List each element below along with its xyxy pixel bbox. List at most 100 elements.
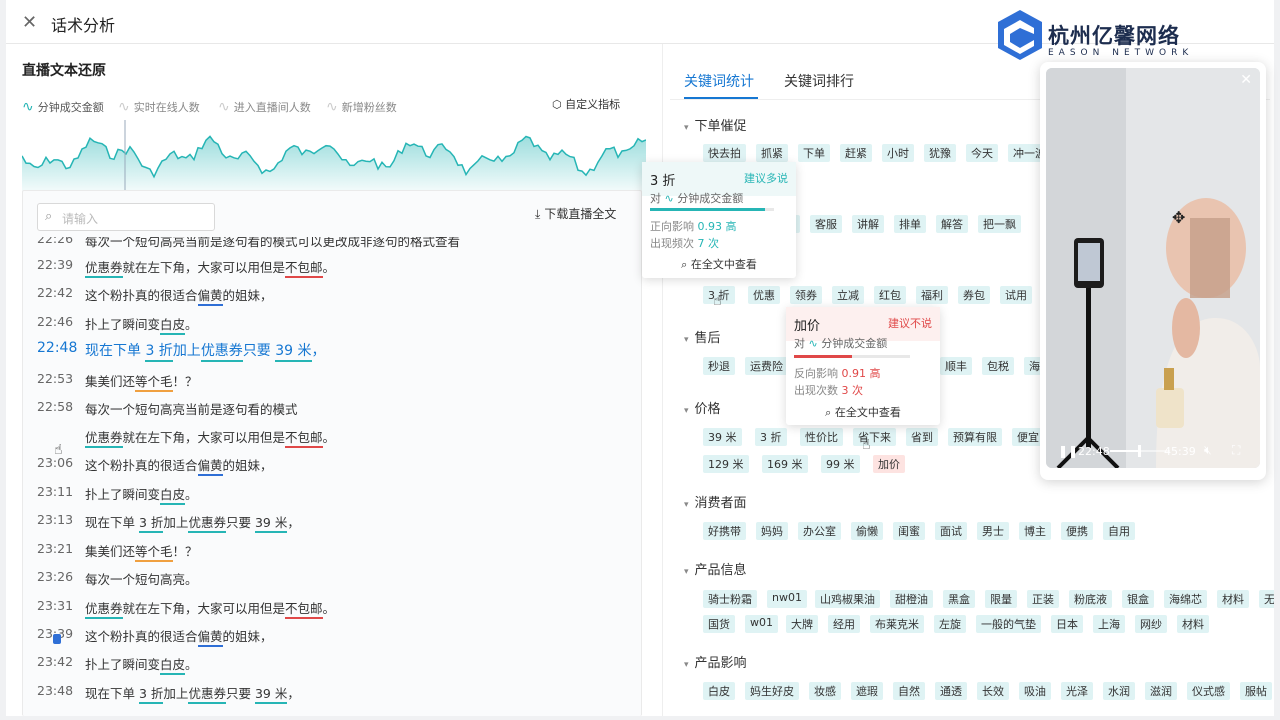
keyword-chip[interactable]: 一般的气垫: [976, 615, 1041, 633]
keyword-chip[interactable]: 日本: [1051, 615, 1083, 633]
custom-metric-button[interactable]: ⬡ 自定义指标: [552, 96, 620, 112]
keyword-chip[interactable]: 红包: [874, 286, 906, 304]
keyword-chip[interactable]: 滋润: [1145, 682, 1177, 700]
category-header[interactable]: ▾ 下单催促: [684, 115, 747, 134]
keyword-chip[interactable]: 领券: [790, 286, 822, 304]
keyword-highlight[interactable]: 39 米: [254, 515, 288, 533]
video-frame[interactable]: ✕ ✥ ❚❚ 22:48 45:39 🔇︎ ⛶: [1046, 68, 1260, 468]
metric-gmv[interactable]: ∿ 分钟成交金额: [22, 99, 104, 115]
tab-keyword-rank[interactable]: 关键词排行: [784, 71, 854, 91]
metric-sparkline[interactable]: [22, 118, 646, 192]
keyword-highlight[interactable]: 偏黄: [197, 288, 223, 306]
keyword-highlight[interactable]: 偏黄: [197, 458, 223, 476]
keyword-chip[interactable]: 妈生好皮: [745, 682, 799, 700]
keyword-highlight[interactable]: 偏黄: [197, 629, 223, 647]
keyword-chip[interactable]: 秒退: [703, 357, 735, 375]
keyword-chip[interactable]: 妈妈: [756, 522, 788, 540]
keyword-highlight[interactable]: 优惠券: [188, 686, 226, 704]
keyword-chip[interactable]: 赶紧: [840, 144, 872, 162]
keyword-highlight[interactable]: 白皮: [160, 317, 186, 335]
keyword-chip[interactable]: 运费险: [745, 357, 788, 375]
keyword-chip[interactable]: 遮瑕: [851, 682, 883, 700]
keyword-chip[interactable]: 大牌: [786, 615, 818, 633]
keyword-chip[interactable]: 博主: [1019, 522, 1051, 540]
keyword-chip[interactable]: 立减: [832, 286, 864, 304]
keyword-highlight[interactable]: 白皮: [160, 657, 186, 675]
keyword-highlight[interactable]: 3 折: [145, 343, 173, 362]
keyword-chip[interactable]: 粉底液: [1069, 590, 1112, 608]
keyword-highlight[interactable]: 优惠券: [200, 343, 243, 362]
keyword-chip[interactable]: 小时: [882, 144, 914, 162]
keyword-chip[interactable]: 优惠: [748, 286, 780, 304]
keyword-highlight[interactable]: 优惠券: [188, 515, 226, 533]
keyword-chip[interactable]: 网纱: [1135, 615, 1167, 633]
keyword-chip[interactable]: 光泽: [1061, 682, 1093, 700]
play-position-marker[interactable]: [53, 634, 61, 644]
keyword-highlight[interactable]: 3 折: [138, 515, 164, 533]
keyword-chip[interactable]: 3 折: [755, 428, 787, 446]
keyword-chip[interactable]: 山鸡椒果油: [815, 590, 880, 608]
keyword-chip[interactable]: 上海: [1093, 615, 1125, 633]
keyword-chip[interactable]: 国货: [703, 615, 735, 633]
keyword-chip[interactable]: 把一飘: [978, 215, 1021, 233]
keyword-chip[interactable]: 骑士粉霜: [703, 590, 757, 608]
video-progress-handle[interactable]: [1138, 445, 1141, 457]
keyword-chip[interactable]: nw01: [767, 590, 807, 608]
keyword-highlight[interactable]: 优惠券: [85, 601, 123, 619]
keyword-chip[interactable]: 券包: [958, 286, 990, 304]
mute-icon[interactable]: 🔇︎: [1204, 443, 1212, 458]
keyword-chip[interactable]: 正装: [1027, 590, 1059, 608]
category-header[interactable]: ▾ 消费者面: [684, 492, 747, 511]
keyword-chip[interactable]: 布莱克米: [870, 615, 924, 633]
keyword-chip[interactable]: 材料: [1177, 615, 1209, 633]
keyword-highlight[interactable]: 优惠券: [85, 260, 123, 278]
keyword-chip[interactable]: 吸油: [1019, 682, 1051, 700]
keyword-chip[interactable]: 材料: [1217, 590, 1249, 608]
keyword-highlight[interactable]: 不包邮: [285, 430, 323, 448]
keyword-chip[interactable]: 犹豫: [924, 144, 956, 162]
keyword-highlight[interactable]: 不包邮: [285, 260, 323, 278]
tab-keyword-stats[interactable]: 关键词统计: [684, 71, 754, 91]
keyword-chip[interactable]: 海绵芯: [1164, 590, 1207, 608]
keyword-chip[interactable]: 省下来: [853, 428, 896, 446]
keyword-chip[interactable]: 服帖: [1240, 682, 1272, 700]
keyword-highlight[interactable]: 不包邮: [285, 601, 323, 619]
keyword-chip[interactable]: 办公室: [798, 522, 841, 540]
pause-icon[interactable]: ❚❚: [1058, 444, 1078, 458]
download-button[interactable]: ⤓ 下载直播全文: [535, 205, 616, 222]
fullscreen-icon[interactable]: ⛶: [1232, 443, 1240, 458]
keyword-highlight[interactable]: 等个毛: [135, 374, 173, 392]
keyword-chip[interactable]: 左旋: [934, 615, 966, 633]
keyword-chip[interactable]: 黑盒: [943, 590, 975, 608]
keyword-chip[interactable]: 自用: [1103, 522, 1135, 540]
find-in-text-button[interactable]: ⌕ 在全文中查看: [786, 404, 940, 420]
keyword-chip[interactable]: 顺丰: [940, 357, 972, 375]
keyword-highlight[interactable]: 等个毛: [135, 544, 173, 562]
category-header[interactable]: ▾ 售后: [684, 327, 721, 346]
keyword-highlight[interactable]: 白皮: [160, 487, 186, 505]
keyword-chip[interactable]: 面试: [935, 522, 967, 540]
keyword-chip[interactable]: 加价: [873, 455, 905, 473]
keyword-chip[interactable]: 限量: [985, 590, 1017, 608]
keyword-chip[interactable]: 抓紧: [756, 144, 788, 162]
keyword-chip[interactable]: 试用: [1000, 286, 1032, 304]
keyword-chip[interactable]: 129 米: [703, 455, 749, 473]
keyword-chip[interactable]: 169 米: [762, 455, 808, 473]
keyword-chip[interactable]: 包税: [982, 357, 1014, 375]
metric-online[interactable]: ∿ 实时在线人数: [118, 99, 200, 115]
keyword-chip[interactable]: 自然: [893, 682, 925, 700]
search-input[interactable]: ⌕ 请输入: [37, 203, 215, 231]
keyword-highlight[interactable]: 39 米: [254, 686, 288, 704]
keyword-chip[interactable]: 无害: [1259, 590, 1274, 608]
keyword-highlight[interactable]: 优惠券: [85, 430, 123, 448]
keyword-chip[interactable]: 通透: [935, 682, 967, 700]
find-in-text-button[interactable]: ⌕ 在全文中查看: [642, 256, 796, 272]
keyword-chip[interactable]: 好携带: [703, 522, 746, 540]
keyword-chip[interactable]: 偷懒: [851, 522, 883, 540]
keyword-chip[interactable]: 长效: [977, 682, 1009, 700]
keyword-highlight[interactable]: 3 折: [138, 686, 164, 704]
keyword-chip[interactable]: 排单: [894, 215, 926, 233]
keyword-chip[interactable]: 快去拍: [703, 144, 746, 162]
keyword-chip[interactable]: 甜橙油: [890, 590, 933, 608]
keyword-chip[interactable]: 讲解: [852, 215, 884, 233]
